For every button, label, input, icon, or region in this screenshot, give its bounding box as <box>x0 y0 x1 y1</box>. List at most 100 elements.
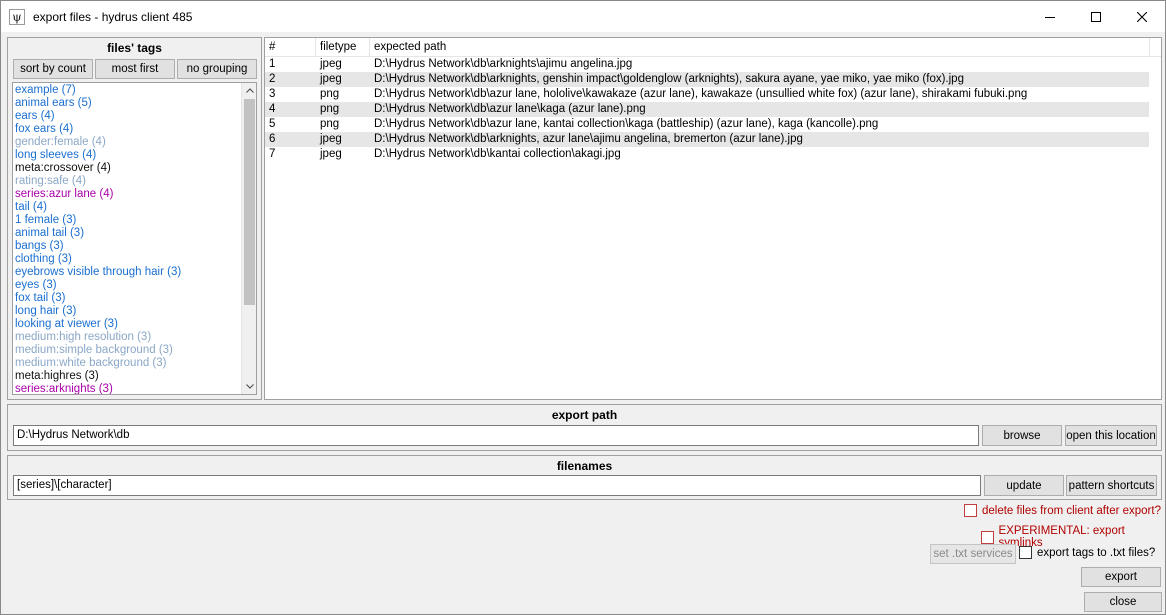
tag-list-item[interactable]: long sleeves (4) <box>13 149 256 162</box>
delete-files-option[interactable]: delete files from client after export? <box>964 504 1161 517</box>
table-row[interactable]: 3 png D:\Hydrus Network\db\azur lane, holo… <box>265 87 1161 102</box>
row-number-cell: 5 <box>269 118 276 130</box>
update-button[interactable]: update <box>984 475 1064 496</box>
set-txt-services-button[interactable]: set .txt services <box>930 544 1016 564</box>
tag-list-item[interactable]: long hair (3) <box>13 305 256 318</box>
row-path-cell: D:\Hydrus Network\db\arknights\ajimu ang… <box>374 58 633 70</box>
tag-list-items: example (7) animal ears (5) ears (4) fox ea… <box>13 83 256 394</box>
tag-list[interactable]: example (7) animal ears (5) ears (4) fox ea… <box>12 82 257 395</box>
tag-list-item[interactable]: bangs (3) <box>13 240 256 253</box>
row-path-cell: D:\Hydrus Network\db\arknights, genshin … <box>374 73 964 85</box>
row-number-cell: 6 <box>269 133 276 145</box>
table-row[interactable]: 5 png D:\Hydrus Network\db\azur lane, kant… <box>265 117 1161 132</box>
tag-list-item[interactable]: meta:highres (3) <box>13 370 256 383</box>
column-header-expected-path[interactable]: expected path <box>370 38 1150 57</box>
row-number-cell: 2 <box>269 73 276 85</box>
export-tags-txt-checkbox[interactable] <box>1019 546 1032 559</box>
row-number-cell: 1 <box>269 58 276 70</box>
filenames-title: filenames <box>556 459 613 473</box>
tag-list-item[interactable]: looking at viewer (3) <box>13 318 256 331</box>
table-row[interactable]: 1 jpeg D:\Hydrus Network\db\arknights\ajim… <box>265 57 1161 72</box>
row-number-cell: 4 <box>269 103 276 115</box>
column-header-number[interactable]: # <box>265 38 316 57</box>
export-symlinks-checkbox[interactable] <box>981 530 994 544</box>
scroll-down-button[interactable] <box>242 379 256 394</box>
open-this-location-button[interactable]: open this location <box>1065 425 1157 446</box>
table-scrollbar[interactable] <box>1149 57 1161 172</box>
row-path-cell: D:\Hydrus Network\db\kantai collection\a… <box>374 148 621 160</box>
files-tags-title: files' tags <box>107 41 162 55</box>
export-path-title: export path <box>551 408 618 422</box>
tag-list-item[interactable]: medium:simple background (3) <box>13 344 256 357</box>
close-window-button[interactable] <box>1119 1 1165 32</box>
minimize-icon <box>1045 16 1055 18</box>
filenames-panel: filenames [series]\[character] update pa… <box>7 455 1162 500</box>
close-icon <box>1137 11 1147 22</box>
delete-files-label: delete files from client after export? <box>982 504 1161 517</box>
tag-list-item[interactable]: series:arknights (3) <box>13 383 256 394</box>
table-row[interactable]: 6 jpeg D:\Hydrus Network\db\arknights, azu… <box>265 132 1161 147</box>
file-list-table[interactable]: # filetype expected path 1 jpeg D:\Hydrus … <box>264 37 1162 400</box>
column-header-filetype[interactable]: filetype <box>316 38 370 57</box>
row-path-cell: D:\Hydrus Network\db\azur lane\kaga (azu… <box>374 103 646 115</box>
chevron-up-icon <box>245 88 254 93</box>
table-rows: 1 jpeg D:\Hydrus Network\db\arknights\ajim… <box>265 57 1161 162</box>
minimize-button[interactable] <box>1027 1 1073 32</box>
pattern-shortcuts-button[interactable]: pattern shortcuts <box>1066 475 1157 496</box>
row-filetype-cell: jpeg <box>320 133 342 145</box>
most-first-button[interactable]: most first <box>95 59 175 79</box>
tag-list-item[interactable]: animal tail (3) <box>13 227 256 240</box>
export-tags-txt-option[interactable]: export tags to .txt files? <box>1019 546 1155 559</box>
tag-list-item[interactable]: clothing (3) <box>13 253 256 266</box>
tag-list-item[interactable]: rating:safe (4) <box>13 175 256 188</box>
tag-list-item[interactable]: fox tail (3) <box>13 292 256 305</box>
tag-list-item[interactable]: medium:high resolution (3) <box>13 331 256 344</box>
tag-list-item[interactable]: eyes (3) <box>13 279 256 292</box>
tag-list-item[interactable]: fox ears (4) <box>13 123 256 136</box>
close-button[interactable]: close <box>1084 592 1162 612</box>
row-filetype-cell: jpeg <box>320 73 342 85</box>
export-path-input[interactable]: D:\Hydrus Network\db <box>13 425 979 446</box>
window-controls <box>1027 1 1165 32</box>
export-button[interactable]: export <box>1081 567 1161 587</box>
tag-list-item[interactable]: ears (4) <box>13 110 256 123</box>
hydrus-app-icon: ψ <box>9 8 25 25</box>
row-filetype-cell: png <box>320 118 340 130</box>
scroll-thumb[interactable] <box>244 99 255 305</box>
tag-list-item[interactable]: eyebrows visible through hair (3) <box>13 266 256 279</box>
row-path-cell: D:\Hydrus Network\db\azur lane, hololive… <box>374 88 1028 100</box>
maximize-icon <box>1091 11 1101 22</box>
table-row[interactable]: 4 png D:\Hydrus Network\db\azur lane\kaga … <box>265 102 1161 117</box>
tag-list-item[interactable]: tail (4) <box>13 201 256 214</box>
files-tags-panel: files' tags sort by count most first no … <box>7 37 262 400</box>
browse-button[interactable]: browse <box>982 425 1062 446</box>
row-path-cell: D:\Hydrus Network\db\arknights, azur lan… <box>374 133 803 145</box>
maximize-button[interactable] <box>1073 1 1119 32</box>
tag-list-item[interactable]: medium:white background (3) <box>13 357 256 370</box>
tag-list-item[interactable]: gender:female (4) <box>13 136 256 149</box>
no-grouping-button[interactable]: no grouping <box>177 59 257 79</box>
row-filetype-cell: jpeg <box>320 58 342 70</box>
table-header: # filetype expected path <box>265 38 1161 57</box>
export-path-panel: export path D:\Hydrus Network\db browse … <box>7 404 1162 451</box>
table-row[interactable]: 2 jpeg D:\Hydrus Network\db\arknights, gen… <box>265 72 1161 87</box>
tag-list-item[interactable]: series:azur lane (4) <box>13 188 256 201</box>
sort-by-count-button[interactable]: sort by count <box>13 59 93 79</box>
filename-pattern-input[interactable]: [series]\[character] <box>13 475 981 496</box>
tag-list-item[interactable]: meta:crossover (4) <box>13 162 256 175</box>
row-path-cell: D:\Hydrus Network\db\azur lane, kantai c… <box>374 118 879 130</box>
tag-list-item[interactable]: example (7) <box>13 84 256 97</box>
export-files-window: ψ export files - hydrus client 485 files… <box>0 0 1166 615</box>
row-number-cell: 7 <box>269 148 276 160</box>
window-title: export files - hydrus client 485 <box>33 9 193 24</box>
title-bar: ψ export files - hydrus client 485 <box>1 1 1165 32</box>
delete-files-checkbox[interactable] <box>964 504 977 517</box>
export-tags-txt-label: export tags to .txt files? <box>1037 546 1156 559</box>
scroll-up-button[interactable] <box>242 83 256 98</box>
tag-list-item[interactable]: animal ears (5) <box>13 97 256 110</box>
tag-list-item[interactable]: 1 female (3) <box>13 214 256 227</box>
table-row[interactable]: 7 jpeg D:\Hydrus Network\db\kantai collect… <box>265 147 1161 162</box>
tag-list-scrollbar[interactable] <box>241 83 256 394</box>
row-number-cell: 3 <box>269 88 276 100</box>
row-filetype-cell: png <box>320 103 340 115</box>
